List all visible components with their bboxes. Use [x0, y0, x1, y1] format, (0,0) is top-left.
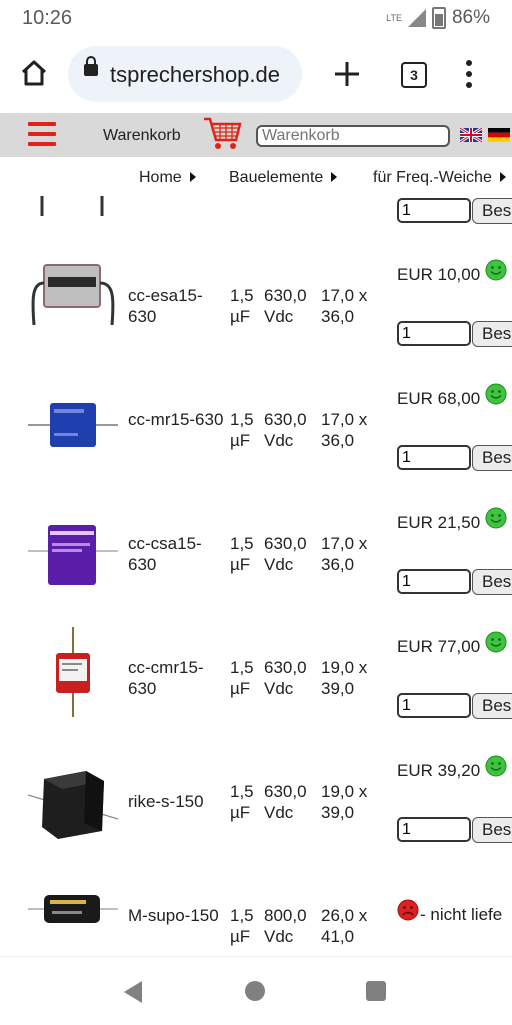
home-button-icon[interactable]: [245, 981, 265, 1001]
product-row: M-supo-150 1,5 µF 800,0 Vdc 26,0 x 41,0 …: [0, 875, 512, 955]
dimensions: 26,0 x 41,0: [321, 906, 368, 946]
product-name[interactable]: cc-esa15-630: [128, 285, 224, 327]
url-text: tsprechershop.de: [110, 62, 280, 87]
tab-switcher-button[interactable]: 3: [401, 62, 427, 88]
price: EUR 10,00: [397, 265, 481, 284]
voltage: 630,0 Vdc: [264, 534, 307, 574]
recent-apps-icon[interactable]: [366, 981, 386, 1001]
product-name[interactable]: cc-csa15-630: [128, 533, 224, 575]
dimensions: 17,0 x 36,0: [321, 534, 368, 574]
price: EUR 77,00: [397, 637, 481, 656]
product-row: cc-esa15-630 1,5 µF 630,0 Vdc 17,0 x 36,…: [0, 255, 512, 379]
product-name[interactable]: cc-cmr15-630: [128, 657, 224, 699]
price: EUR 39,20: [397, 761, 481, 780]
breadcrumb-home[interactable]: Home: [139, 169, 196, 187]
voltage: 800,0 Vdc: [264, 906, 307, 946]
product-row: rike-s-150 1,5 µF 630,0 Vdc 19,0 x 39,0 …: [0, 751, 512, 875]
buy-button[interactable]: Bes: [472, 569, 512, 595]
available-smiley-icon: [485, 631, 507, 653]
available-smiley-icon: [485, 755, 507, 777]
capacitance: 1,5 µF: [230, 782, 254, 822]
signal-icon: [407, 9, 426, 27]
address-bar[interactable]: tsprechershop.de: [68, 46, 302, 102]
status-icons: LTE 86%: [386, 7, 490, 29]
product-row: cc-cmr15-630 1,5 µF 630,0 Vdc 19,0 x 39,…: [0, 627, 512, 751]
quantity-input[interactable]: [397, 817, 471, 842]
system-nav-bar: [0, 956, 512, 1025]
battery-icon: [431, 7, 446, 29]
flag-uk-icon[interactable]: [460, 128, 482, 142]
price: EUR 68,00: [397, 389, 481, 408]
network-type: LTE: [386, 12, 402, 23]
quantity-input[interactable]: [397, 198, 471, 223]
dimensions: 19,0 x 39,0: [321, 658, 368, 698]
flag-de-icon[interactable]: [488, 128, 510, 142]
voltage: 630,0 Vdc: [264, 286, 307, 326]
menu-icon[interactable]: [28, 122, 56, 152]
product-name[interactable]: M-supo-150: [128, 905, 224, 926]
breadcrumb-bauelemente[interactable]: Bauelemente: [229, 169, 338, 187]
cart-link[interactable]: Warenkorb: [103, 127, 181, 145]
product-image[interactable]: [28, 255, 118, 345]
lock-icon: [84, 56, 98, 76]
status-time: 10:26: [22, 7, 73, 29]
capacitance: 1,5 µF: [230, 286, 254, 326]
arrow-right-icon: [189, 172, 196, 182]
product-name[interactable]: cc-mr15-630: [128, 409, 224, 430]
available-smiley-icon: [485, 259, 507, 281]
product-name[interactable]: rike-s-150: [128, 791, 224, 812]
arrow-right-icon: [499, 172, 506, 182]
product-image[interactable]: [28, 761, 118, 851]
dimensions: 17,0 x 36,0: [321, 286, 368, 326]
quantity-input[interactable]: [397, 445, 471, 470]
capacitance: 1,5 µF: [230, 410, 254, 450]
product-row: cc-csa15-630 1,5 µF 630,0 Vdc 17,0 x 36,…: [0, 503, 512, 627]
breadcrumb: Home Bauelemente für Freq.-Weiche: [0, 158, 512, 196]
buy-button[interactable]: Bes: [472, 817, 512, 843]
unavailable-smiley-icon: [397, 899, 419, 921]
available-smiley-icon: [485, 507, 507, 529]
quantity-input[interactable]: [397, 693, 471, 718]
browser-toolbar: tsprechershop.de 3: [0, 38, 512, 112]
buy-button[interactable]: Bes: [472, 693, 512, 719]
new-tab-icon[interactable]: [333, 60, 361, 88]
home-icon[interactable]: [19, 58, 49, 88]
breadcrumb-label: für Freq.-Weiche: [373, 169, 492, 186]
quantity-input[interactable]: [397, 569, 471, 594]
capacitance: 1,5 µF: [230, 658, 254, 698]
buy-button[interactable]: Bes: [472, 445, 512, 471]
status-bar: 10:26 LTE 86%: [0, 0, 512, 38]
price: EUR 21,50: [397, 513, 481, 532]
voltage: 630,0 Vdc: [264, 782, 307, 822]
breadcrumb-freq-weiche[interactable]: für Freq.-Weiche: [373, 169, 506, 187]
shopping-cart-icon[interactable]: [202, 116, 242, 152]
product-image[interactable]: [28, 503, 118, 593]
dimensions: 19,0 x 39,0: [321, 782, 368, 822]
more-menu-icon[interactable]: [466, 60, 474, 93]
capacitance: 1,5 µF: [230, 906, 254, 946]
dimensions: 17,0 x 36,0: [321, 410, 368, 450]
breadcrumb-label: Home: [139, 169, 182, 186]
product-image[interactable]: [28, 379, 118, 469]
product-image[interactable]: [28, 875, 118, 955]
product-image[interactable]: [28, 627, 118, 717]
product-row: cc-mr15-630 1,5 µF 630,0 Vdc 17,0 x 36,0…: [0, 379, 512, 503]
capacitance: 1,5 µF: [230, 534, 254, 574]
arrow-right-icon: [331, 172, 338, 182]
search-input[interactable]: [256, 125, 450, 147]
available-smiley-icon: [485, 383, 507, 405]
breadcrumb-label: Bauelemente: [229, 169, 324, 186]
voltage: 630,0 Vdc: [264, 658, 307, 698]
buy-button[interactable]: Bes: [472, 198, 512, 224]
back-icon[interactable]: [124, 981, 142, 1003]
battery-percent: 86%: [451, 7, 490, 28]
availability-text: - nicht liefe: [420, 905, 503, 924]
buy-button[interactable]: Bes: [472, 321, 512, 347]
product-list[interactable]: Bes cc-esa15-630 1,5 µF 630,0 Vdc 17,0 x…: [0, 150, 512, 955]
voltage: 630,0 Vdc: [264, 410, 307, 450]
quantity-input[interactable]: [397, 321, 471, 346]
